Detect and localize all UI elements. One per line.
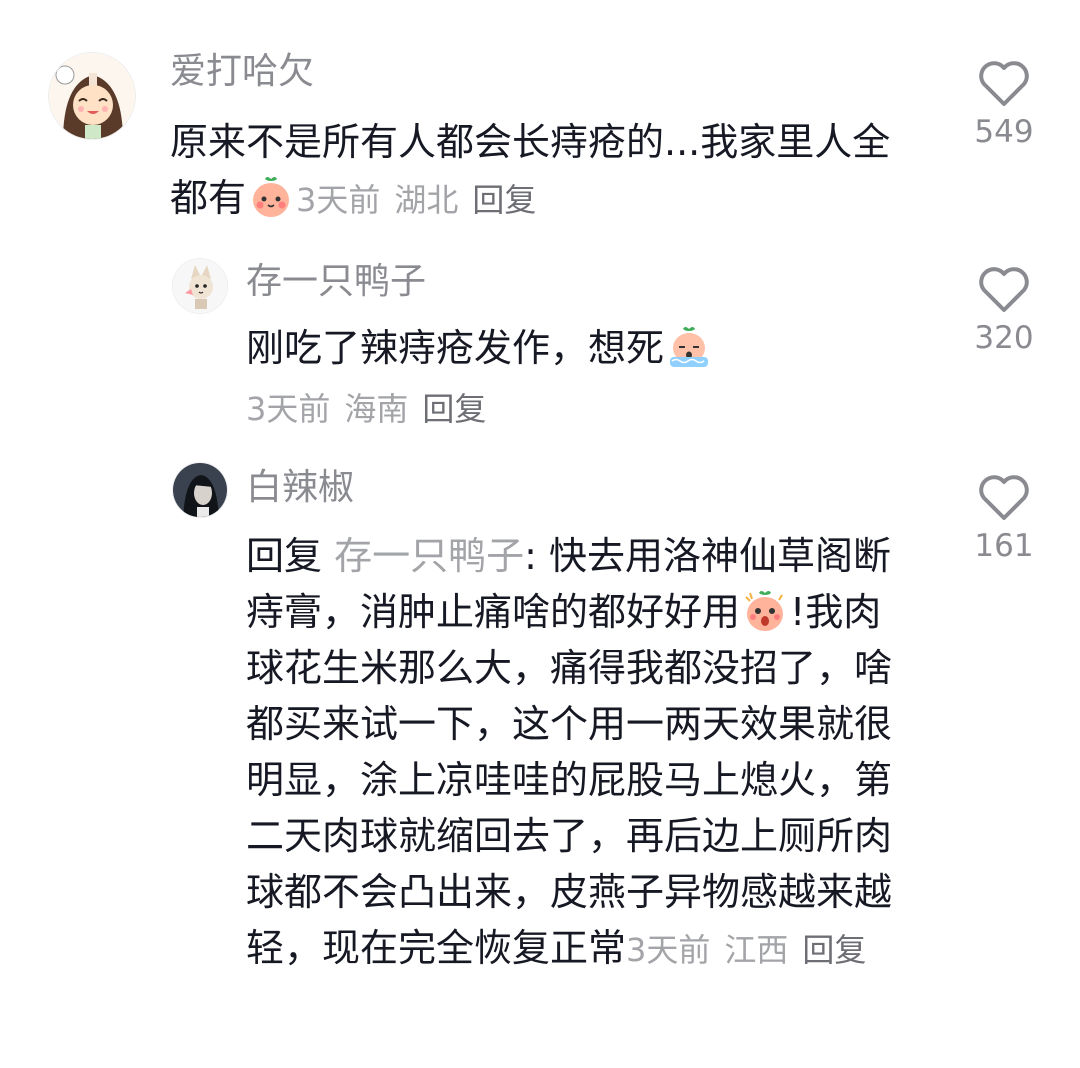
username[interactable]: 爱打哈欠 [170,50,314,94]
reply-target-username[interactable]: 存一只鸭子 [334,534,524,578]
reply-prefix: 回复 [246,534,323,578]
heart-icon [979,61,1029,106]
avatar[interactable] [48,52,136,140]
comment-body: 刚吃了辣痔疮发作，想死 [246,326,665,370]
username[interactable]: 存一只鸭子 [246,260,426,304]
reply-button[interactable]: 回复 [802,931,866,969]
timestamp: 3天前 [296,181,381,219]
like-button[interactable]: 549 [959,58,1049,150]
avatar[interactable] [172,462,228,518]
comment-text: 刚吃了辣痔疮发作，想死 [246,320,926,376]
like-count: 161 [974,528,1034,564]
username[interactable]: 白辣椒 [246,466,354,510]
comment-meta: 3天前 湖北 回复 [296,181,550,219]
comment-meta: 3天前 江西 回复 [626,931,880,969]
timestamp: 3天前 [246,390,331,428]
comment-body-part2: !我肉球花生米那么大，痛得我都没招了，啥都买来试一下，这个用一两天效果就很明显，… [246,590,893,970]
reply-button[interactable]: 回复 [422,390,486,428]
location: 湖北 [394,181,459,219]
timestamp: 3天前 [626,931,711,969]
like-count: 549 [974,114,1034,150]
comment-text: 回复 存一只鸭子: 快去用洛神仙草阁断痔膏，消肿止痛啥的都好好用 !我肉球花生米那… [246,528,916,978]
heart-icon [979,475,1029,520]
crying-peach-emoji [666,323,712,369]
location: 江西 [724,931,789,969]
heart-icon [979,267,1029,312]
comment-text: 原来不是所有人都会长痔疮的...我家里人全都有 3天前 湖北 回复 [170,114,910,228]
comment-meta: 3天前 海南 回复 [246,384,500,430]
reply-button[interactable]: 回复 [472,181,536,219]
shocked-peach-emoji [742,587,788,633]
blush-peach-emoji [248,173,294,219]
location: 海南 [344,390,409,428]
like-button[interactable]: 161 [959,472,1049,564]
avatar[interactable] [172,258,228,314]
like-button[interactable]: 320 [959,264,1049,356]
like-count: 320 [974,320,1034,356]
